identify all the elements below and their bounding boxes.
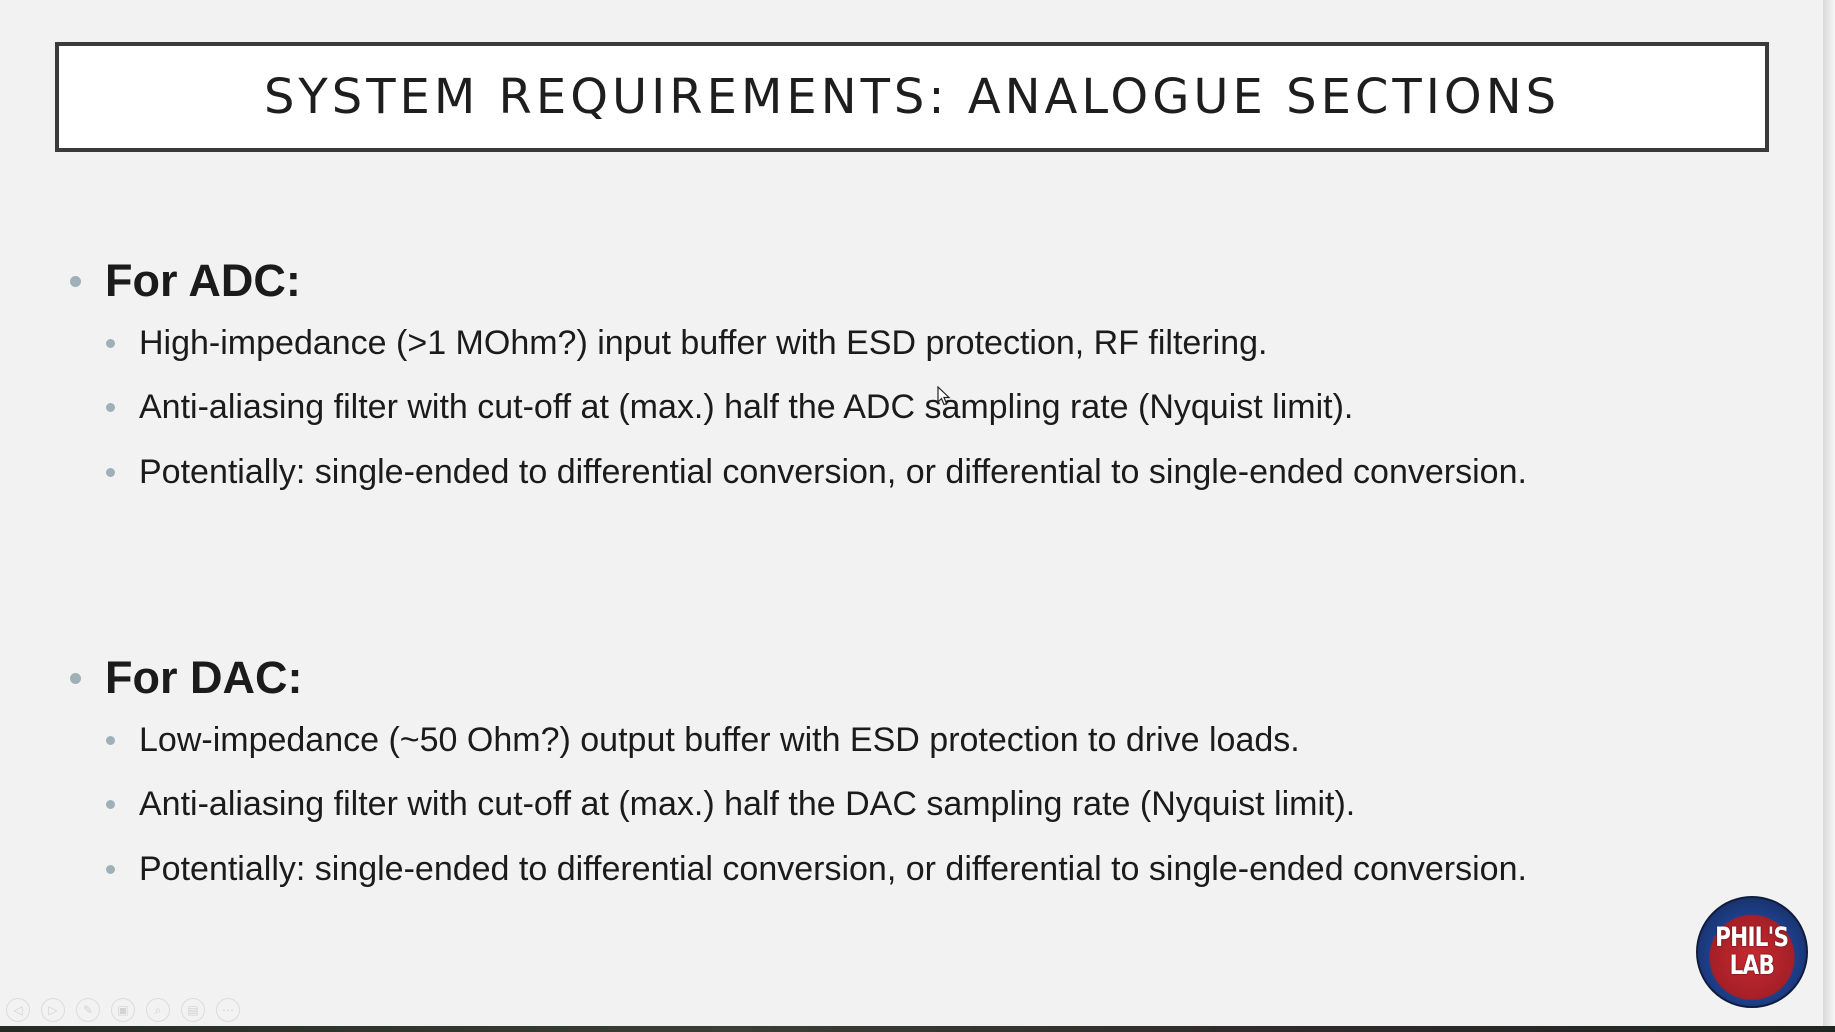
item-text: Potentially: single-ended to differentia… [139,849,1527,888]
list-item: Potentially: single-ended to differentia… [106,440,1770,505]
window-bottom-edge [0,1026,1835,1032]
item-text: Anti-aliasing filter with cut-off at (ma… [139,785,1356,824]
logo-text-line2: LAB [1729,950,1775,981]
section-dac: For DAC: Low-impedance (~50 Ohm?) output… [70,648,1770,902]
presentation-slide: SYSTEM REQUIREMENTS: ANALOGUE SECTIONS F… [0,0,1823,1026]
previous-slide-icon[interactable]: ◁ [6,998,30,1022]
pen-icon[interactable]: ✎ [76,998,100,1022]
bullet-icon [70,672,81,684]
more-options-icon[interactable]: ⋯ [216,998,240,1022]
item-text: Low-impedance (~50 Ohm?) output buffer w… [139,720,1300,759]
section-adc: For ADC: High-impedance (>1 MOhm?) input… [70,251,1770,505]
list-item: Low-impedance (~50 Ohm?) output buffer w… [106,708,1770,773]
heading-text: For ADC: [105,255,301,306]
next-slide-icon[interactable]: ▷ [41,998,65,1022]
slide-title: SYSTEM REQUIREMENTS: ANALOGUE SECTIONS [263,69,1561,125]
title-box: SYSTEM REQUIREMENTS: ANALOGUE SECTIONS [55,42,1769,152]
dac-requirement-list: Low-impedance (~50 Ohm?) output buffer w… [106,708,1770,902]
section-heading-adc: For ADC: [70,251,1770,311]
slides-icon[interactable]: ▣ [111,998,135,1022]
logo-text-line1: PHIL'S [1715,922,1789,953]
item-text: Potentially: single-ended to differentia… [139,452,1527,491]
bullet-icon [106,800,115,810]
heading-text: For DAC: [105,652,303,703]
bullet-icon [106,467,115,477]
list-item: Anti-aliasing filter with cut-off at (ma… [106,773,1770,838]
list-item: High-impedance (>1 MOhm?) input buffer w… [106,311,1770,376]
list-item: Potentially: single-ended to differentia… [106,837,1770,902]
bullet-icon [106,403,115,413]
zoom-icon[interactable]: ⌕ [146,998,170,1022]
item-text: Anti-aliasing filter with cut-off at (ma… [139,388,1354,427]
bullet-icon [70,275,81,287]
subtitles-icon[interactable]: ▤ [181,998,205,1022]
mouse-cursor-icon [937,386,951,406]
section-heading-dac: For DAC: [70,648,1770,708]
adc-requirement-list: High-impedance (>1 MOhm?) input buffer w… [106,311,1770,505]
phils-lab-logo: PHIL'S LAB [1696,896,1808,1008]
bullet-icon [106,735,115,745]
item-text: High-impedance (>1 MOhm?) input buffer w… [139,323,1268,362]
window-right-edge [1823,0,1835,1032]
bullet-icon [106,338,115,348]
slideshow-controls: ◁ ▷ ✎ ▣ ⌕ ▤ ⋯ [6,998,240,1022]
bullet-icon [106,864,115,874]
